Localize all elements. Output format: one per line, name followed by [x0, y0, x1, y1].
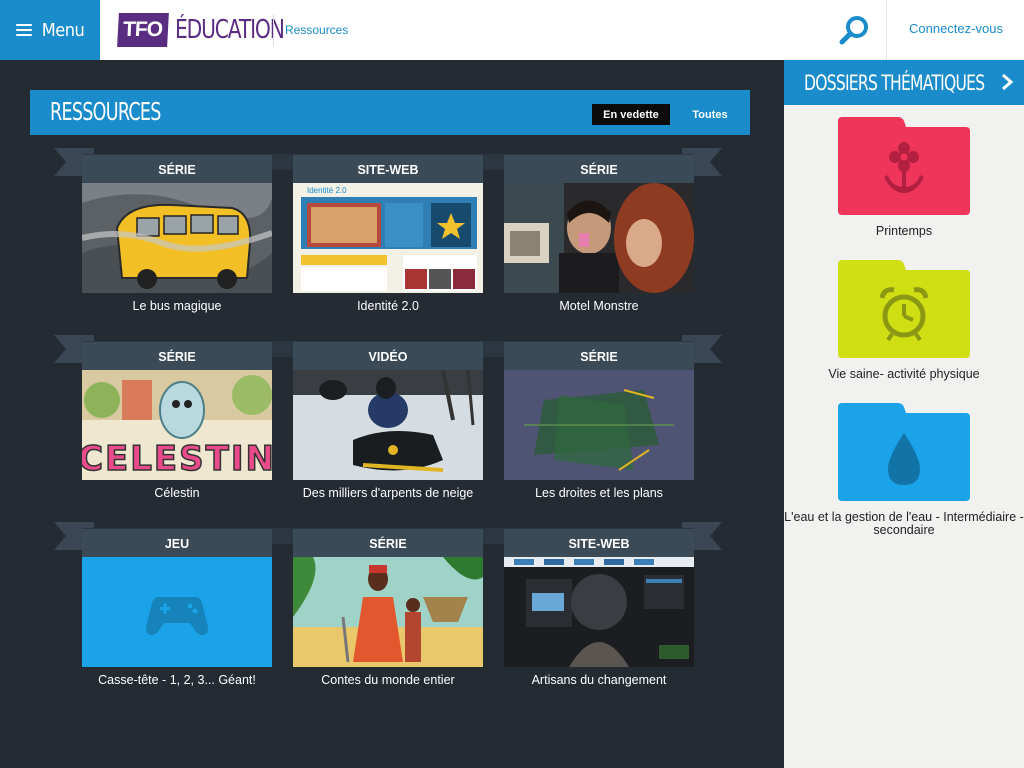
tab-all[interactable]: Toutes	[680, 104, 740, 125]
card-title: Motel Monstre	[559, 299, 639, 313]
card-thumbnail	[504, 557, 694, 667]
card-title: Célestin	[154, 486, 200, 500]
card-title: Casse-tête - 1, 2, 3... Géant!	[98, 673, 256, 687]
card-type-label: SÉRIE	[293, 529, 483, 557]
card-thumbnail	[504, 183, 694, 293]
resources-header-bar: RESSOURCES En vedette Toutes	[30, 90, 750, 135]
logo-education-text: ÉDUCATION	[175, 15, 285, 45]
chevron-right-icon[interactable]	[1000, 73, 1014, 91]
card-thumbnail	[82, 183, 272, 293]
gamepad-icon	[145, 597, 209, 635]
top-header: Menu TFO ÉDUCATION Ressources Connectez-…	[0, 0, 1024, 60]
header-divider-right	[886, 0, 887, 60]
thumb-celestin-word: CELESTIN	[82, 439, 272, 479]
thumb-identite-header: Identité 2.0	[307, 186, 347, 195]
logo-tfo-text: TFO	[117, 13, 169, 47]
sidebar-header[interactable]: DOSSIERS THÉMATIQUES	[784, 60, 1024, 105]
search-icon[interactable]	[838, 14, 870, 46]
card-title: Le bus magique	[132, 299, 222, 313]
card-title: Les droites et les plans	[535, 486, 663, 500]
breadcrumb-ressources[interactable]: Ressources	[285, 23, 348, 37]
header-divider	[273, 14, 274, 46]
card-type-label: SÉRIE	[82, 342, 272, 370]
card-title: Des milliers d'arpents de neige	[302, 486, 474, 500]
card-thumbnail	[293, 370, 483, 480]
hamburger-icon	[15, 24, 32, 36]
card-type-label: SÉRIE	[82, 155, 272, 183]
folder-icon	[838, 403, 970, 501]
menu-button[interactable]: Menu	[0, 0, 100, 60]
folder-icon	[838, 117, 970, 215]
folder-label: Vie saine- activité physique	[828, 367, 980, 381]
card-title: Artisans du changement	[531, 673, 667, 687]
tab-featured[interactable]: En vedette	[592, 104, 670, 125]
folder-icon	[838, 260, 970, 358]
card-type-label: SITE-WEB	[293, 155, 483, 183]
card-title: Contes du monde entier	[321, 673, 455, 687]
sidebar-title: DOSSIERS THÉMATIQUES	[804, 70, 985, 95]
card-type-label: VIDÉO	[293, 342, 483, 370]
card-thumbnail: Identité 2.0	[293, 183, 483, 293]
login-link[interactable]: Connectez-vous	[909, 21, 1003, 36]
card-thumbnail	[82, 557, 272, 667]
folder-label: L'eau et la gestion de l'eau - Intermédi…	[784, 510, 1024, 537]
card-thumbnail	[293, 557, 483, 667]
card-title: Identité 2.0	[357, 299, 419, 313]
card-thumbnail: CELESTIN	[82, 370, 272, 480]
card-type-label: SÉRIE	[504, 155, 694, 183]
card-type-label: SÉRIE	[504, 342, 694, 370]
card-thumbnail	[504, 370, 694, 480]
card-type-label: JEU	[82, 529, 272, 557]
thematic-folders-sidebar: DOSSIERS THÉMATIQUES Printemps Vie saine…	[784, 60, 1024, 768]
card-type-label: SITE-WEB	[504, 529, 694, 557]
page-title: RESSOURCES	[50, 97, 161, 126]
menu-label: Menu	[41, 19, 85, 41]
folder-label: Printemps	[875, 224, 933, 238]
